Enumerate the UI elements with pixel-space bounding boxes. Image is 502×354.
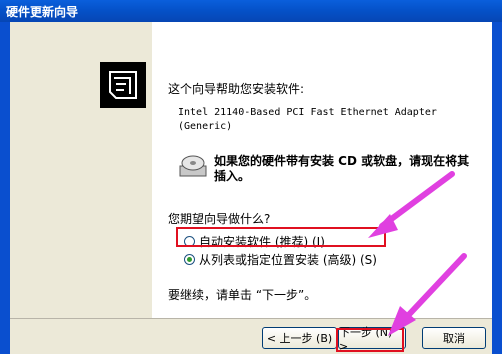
window-border-left [0, 22, 10, 354]
window-border-right [492, 22, 502, 354]
arrow-annotation [368, 171, 455, 238]
device-name-line2: (Generic) [178, 121, 233, 132]
intro-text: 这个向导帮助您安装软件: [168, 82, 305, 96]
back-button[interactable]: < 上一步 (B) [262, 327, 337, 349]
wizard-hardware-icon [100, 62, 146, 108]
radio-list-install[interactable]: 从列表或指定位置安装 (高级) (S) [184, 251, 377, 268]
annotation-highlight-option [176, 227, 386, 247]
radio-icon[interactable] [184, 254, 195, 265]
device-name-line1: Intel 21140-Based PCI Fast Ethernet Adap… [178, 107, 437, 118]
window-title: 硬件更新向导 [6, 5, 79, 19]
title-bar[interactable]: 硬件更新向导 [0, 0, 502, 22]
wizard-sidebar [10, 22, 152, 318]
install-question: 您期望向导做什么? [168, 212, 271, 226]
arrow-annotation [388, 253, 467, 336]
radio-list-install-label: 从列表或指定位置安装 (高级) (S) [199, 253, 377, 267]
device-name: Intel 21140-Based PCI Fast Ethernet Adap… [178, 106, 488, 134]
hardware-update-wizard-window: 硬件更新向导 这个向导帮助您安装软件: Intel 21140-Based PC… [0, 0, 502, 354]
cd-drive-icon [178, 152, 208, 178]
continue-hint: 要继续，请单击 “下一步”。 [168, 288, 317, 302]
